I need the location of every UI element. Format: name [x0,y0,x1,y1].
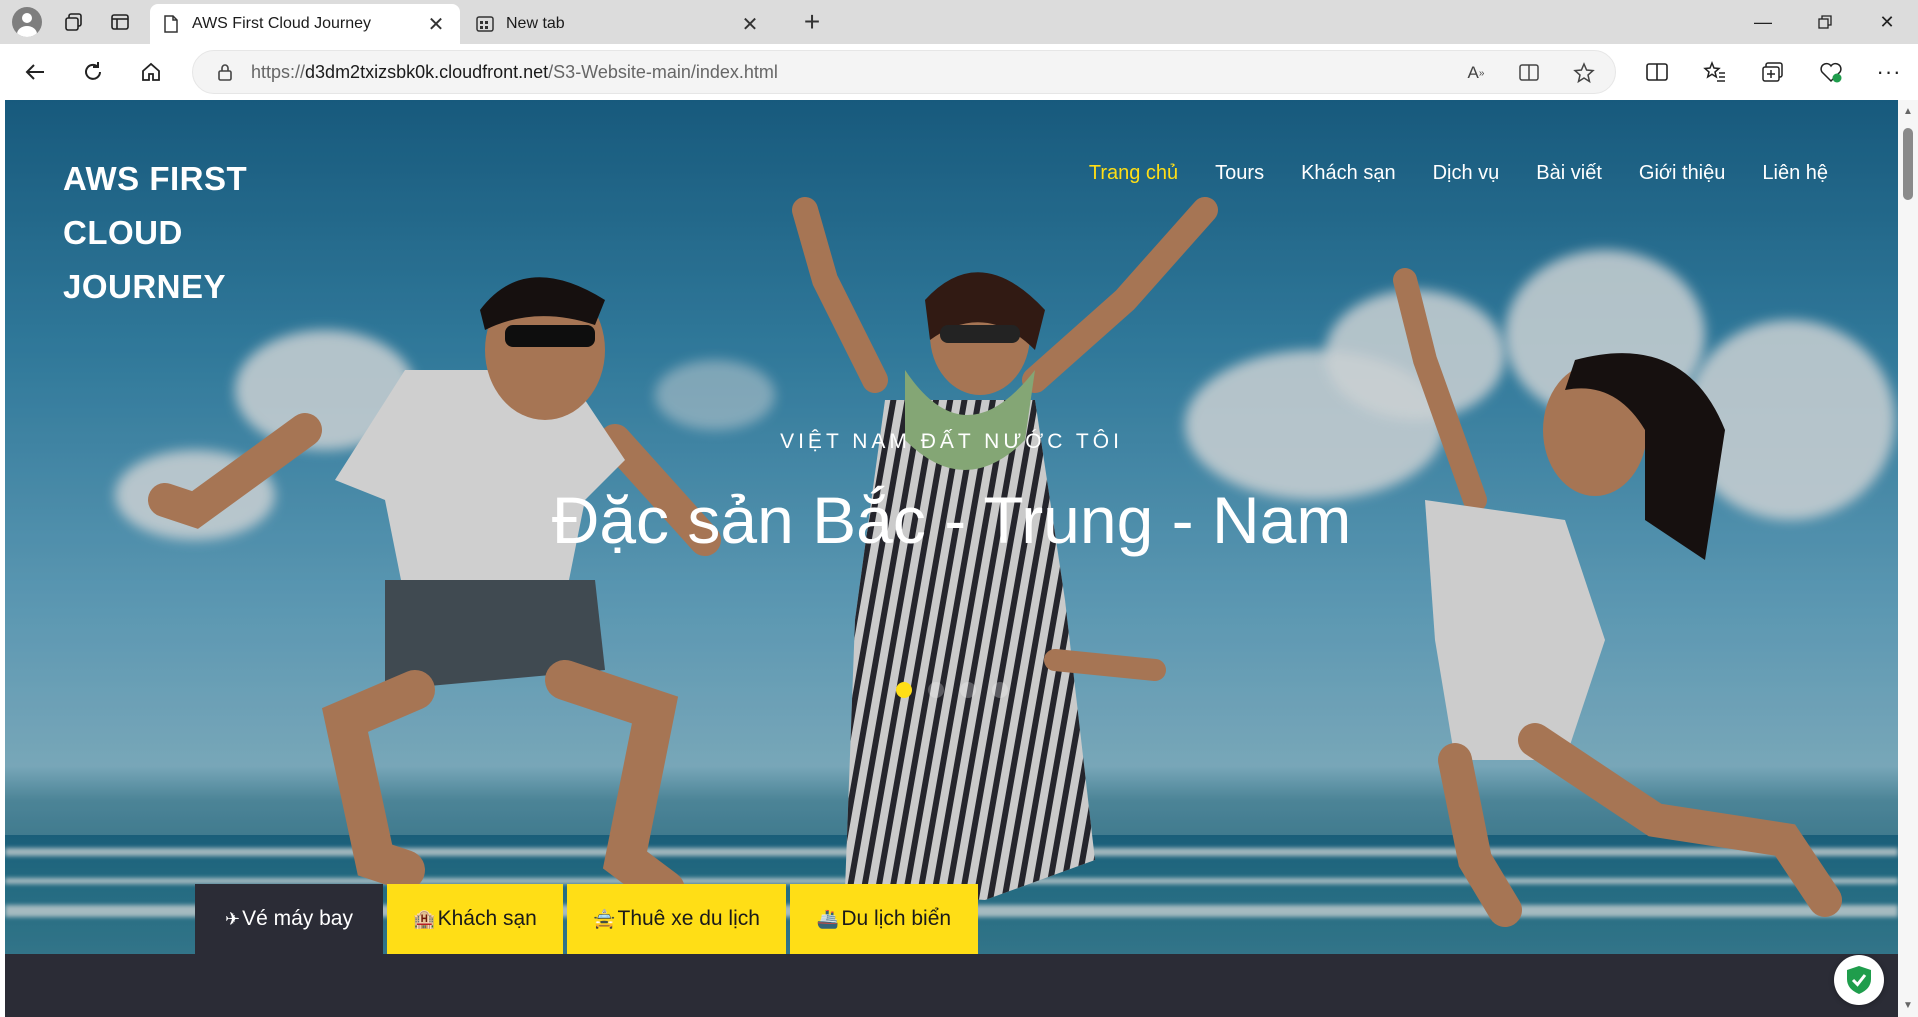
close-tab-icon[interactable]: ✕ [738,12,762,37]
new-tab-button[interactable]: + [794,6,830,38]
browser-essentials-icon[interactable] [1802,50,1860,94]
split-screen-icon[interactable] [1628,50,1686,94]
url-text: https://d3dm2txizsbk0k.cloudfront.net/S3… [251,62,778,83]
tab-aws-first-cloud-journey[interactable]: AWS First Cloud Journey ✕ [150,4,460,44]
slider-dots [5,682,1898,698]
profile-icon[interactable] [12,7,42,37]
scrollbar-thumb[interactable] [1903,128,1913,200]
restore-icon[interactable] [1794,0,1856,44]
refresh-icon[interactable] [70,49,116,95]
category-label: Vé máy bay [242,907,353,930]
hero-slider: AWS FIRST CLOUD JOURNEY Trang chủ Tours … [5,100,1898,954]
address-bar[interactable]: https://d3dm2txizsbk0k.cloudfront.net/S3… [192,50,1616,94]
ship-icon: 🚢 [816,908,840,929]
minimize-icon[interactable]: — [1732,0,1794,44]
lock-icon[interactable] [217,63,237,81]
tab-title: AWS First Cloud Journey [192,15,372,32]
category-tab-du-lich-bien[interactable]: 🚢 Du lịch biển [790,884,978,954]
immersive-reader-icon[interactable] [1515,58,1545,88]
security-shield-icon[interactable] [1834,955,1884,1005]
read-aloud-icon[interactable]: A» [1461,58,1491,88]
hero-subtitle: VIỆT NAM ĐẤT NƯỚC TÔI [780,430,1123,453]
url-scheme: https:// [251,61,306,82]
settings-more-icon[interactable]: ··· [1860,50,1918,94]
workspaces-icon[interactable] [54,4,94,40]
tab-actions-icon[interactable] [100,4,140,40]
slider-dot-1[interactable] [895,682,912,698]
category-tab-thue-xe-du-lich[interactable]: 🚖 Thuê xe du lịch [567,884,786,954]
car-icon: 🚖 [593,908,616,929]
category-tabs: ✈ Vé máy bay 🏨 Khách sạn 🚖 Thuê xe du lịch … [195,884,978,954]
hero-title: Đặc sản Bắc - Trung - Nam [551,483,1352,557]
slider-dot-2[interactable] [927,682,944,698]
page-icon [162,14,180,34]
nav-item-lien-he[interactable]: Liên hệ [1762,162,1828,185]
close-window-icon[interactable]: ✕ [1856,0,1918,44]
scroll-down-icon[interactable]: ▼ [1902,1000,1914,1011]
tab-new-tab[interactable]: New tab ✕ [464,4,774,44]
collections-icon[interactable] [1744,50,1802,94]
web-page: AWS FIRST CLOUD JOURNEY Trang chủ Tours … [5,100,1898,1017]
category-label: Khách sạn [437,907,537,930]
nav-item-trang-chu[interactable]: Trang chủ [1089,162,1178,185]
page-scrollbar[interactable]: ▲ ▼ [1898,100,1918,1017]
main-nav: Trang chủ Tours Khách sạn Dịch vụ Bài vi… [1089,162,1828,185]
close-tab-icon[interactable]: ✕ [424,12,448,37]
category-tab-ve-may-bay[interactable]: ✈ Vé máy bay [195,884,383,954]
category-tab-khach-san[interactable]: 🏨 Khách sạn [387,884,563,954]
hotel-icon: 🏨 [413,908,436,929]
category-label: Du lịch biển [841,907,952,930]
slider-dot-4[interactable] [991,682,1008,698]
category-label: Thuê xe du lịch [617,907,760,930]
newtab-icon [476,14,494,34]
window-controls: — ✕ [1732,0,1918,44]
back-icon[interactable] [12,49,58,95]
tab-title: New tab [506,15,565,32]
url-host: d3dm2txizsbk0k.cloudfront.net [305,61,549,82]
nav-item-dich-vu[interactable]: Dịch vụ [1433,162,1500,185]
url-path: /S3-Website-main/index.html [548,61,778,82]
home-icon[interactable] [128,49,174,95]
tab-strip: AWS First Cloud Journey ✕ New tab ✕ + — … [0,0,1918,44]
nav-item-tours[interactable]: Tours [1215,162,1264,185]
nav-item-gioi-thieu[interactable]: Giới thiệu [1639,162,1725,185]
browser-toolbar: https://d3dm2txizsbk0k.cloudfront.net/S3… [0,44,1918,100]
airplane-icon: ✈ [225,908,241,929]
nav-item-bai-viet[interactable]: Bài viết [1536,162,1602,185]
favorite-star-icon[interactable] [1569,58,1599,88]
scroll-up-icon[interactable]: ▲ [1902,106,1914,117]
nav-item-khach-san[interactable]: Khách sạn [1301,162,1396,185]
slider-dot-3[interactable] [959,682,976,698]
site-logo[interactable]: AWS FIRST CLOUD JOURNEY [63,152,323,314]
favorites-icon[interactable] [1686,50,1744,94]
